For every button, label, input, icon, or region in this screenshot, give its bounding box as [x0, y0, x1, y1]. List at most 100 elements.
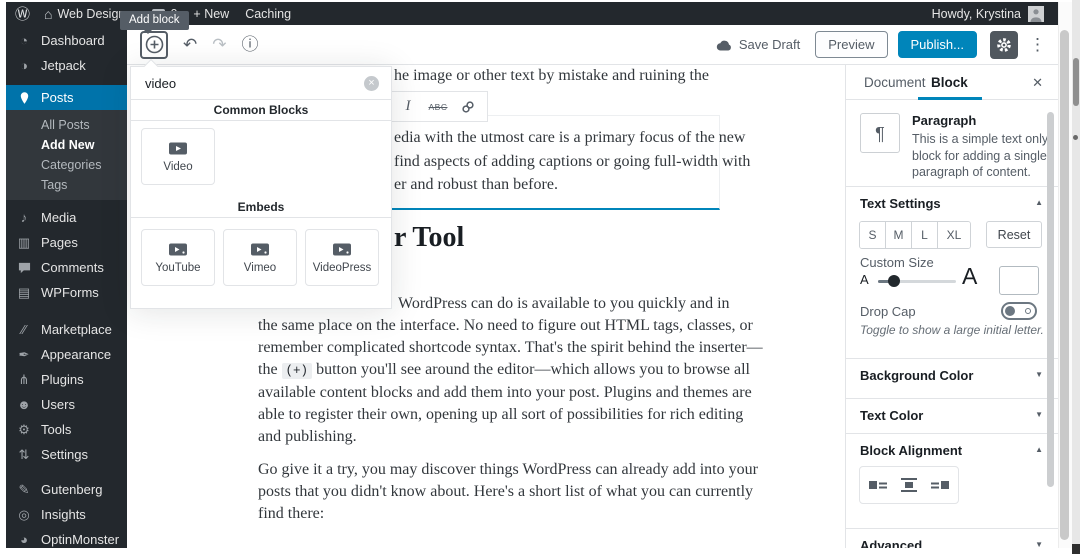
slider-thumb[interactable]	[888, 275, 900, 287]
sidebar-item-dashboard[interactable]: ◔ Dashboard	[6, 28, 127, 53]
sidebar-item-wpforms[interactable]: ▤ WPForms	[6, 280, 127, 305]
reset-button[interactable]: Reset	[986, 221, 1042, 248]
heading-fragment[interactable]: r Tool	[394, 222, 464, 254]
vimeo-embed-icon	[251, 243, 269, 255]
pushpin-icon	[15, 91, 33, 105]
add-block-button[interactable]	[140, 30, 168, 59]
marketplace-icon: ∕∕	[21, 322, 27, 337]
block-tile-label: VideoPress	[312, 261, 372, 274]
panel-label: Background Color	[860, 368, 974, 383]
settings-gear-button[interactable]	[990, 30, 1018, 59]
sidebar-item-all-posts[interactable]: All Posts	[6, 115, 127, 135]
align-center-button[interactable]	[895, 472, 923, 498]
font-size-m-button[interactable]: M	[886, 222, 912, 248]
sidebar-item-settings[interactable]: ⇅ Settings	[6, 442, 127, 467]
sidebar-item-comments[interactable]: Comments	[6, 255, 127, 280]
text-line: posts that you didn't know about. Here's…	[258, 483, 754, 500]
link-chain-icon	[462, 100, 474, 113]
admin-bar-new[interactable]: + New	[185, 2, 237, 25]
more-options-kebab-icon[interactable]: ⋮	[1029, 35, 1046, 55]
text-line: and publishing.	[258, 428, 357, 445]
align-center-icon	[901, 478, 917, 492]
video-icon	[169, 142, 187, 154]
sidebar-item-tools[interactable]: ⚙ Tools	[6, 417, 127, 442]
add-block-tooltip: Add block	[120, 11, 189, 34]
info-icon[interactable]: ⓘ	[242, 36, 259, 53]
wordpress-logo-icon[interactable]: Ⓦ	[6, 3, 36, 24]
sidebar-item-users[interactable]: ☻ Users	[6, 392, 127, 417]
tab-document[interactable]: Document	[864, 75, 926, 90]
save-draft-button[interactable]: Save Draft	[716, 37, 800, 52]
text-span: the	[258, 361, 282, 378]
sidebar-item-add-new[interactable]: Add New	[6, 135, 127, 155]
sidebar-item-tags[interactable]: Tags	[6, 175, 127, 195]
page-scrollbar-thumb[interactable]	[1060, 30, 1069, 540]
sidebar-item-label: Posts	[41, 90, 74, 105]
strikethrough-button[interactable]: ABC	[423, 102, 453, 112]
howdy-text: Howdy, Krystina	[931, 6, 1021, 21]
pages-icon: ▥	[17, 235, 31, 250]
close-sidebar-icon[interactable]: ✕	[1032, 75, 1043, 91]
block-search-input[interactable]	[145, 75, 356, 91]
clear-search-icon[interactable]: ×	[364, 75, 379, 91]
text-line: remember complicated shortcode syntax. T…	[258, 339, 763, 356]
panel-label: Text Settings	[860, 196, 941, 211]
sidebar-item-categories[interactable]: Categories	[6, 155, 127, 175]
drop-cap-hint: Toggle to show a large initial letter.	[860, 323, 1044, 337]
sidebar-scrollbar-thumb[interactable]	[1047, 112, 1054, 487]
block-tile-vimeo[interactable]: Vimeo	[223, 229, 297, 286]
align-right-button[interactable]	[926, 472, 954, 498]
preview-button[interactable]: Preview	[815, 31, 888, 58]
italic-button[interactable]: I	[393, 98, 423, 115]
paragraph-block-icon: ¶	[860, 113, 900, 153]
sidebar-item-optinmonster[interactable]: ◕ OptinMonster	[6, 527, 127, 548]
text-line: find there:	[258, 505, 325, 522]
sidebar-tabs: Document Block ✕	[846, 65, 1058, 100]
block-tile-youtube[interactable]: YouTube	[141, 229, 215, 286]
panel-text-color[interactable]: Text Color ▼	[846, 398, 1058, 432]
custom-size-input[interactable]	[999, 266, 1039, 295]
sidebar-item-media[interactable]: ♪ Media	[6, 205, 127, 230]
text-line: edia with the utmost care is a primary f…	[394, 129, 746, 146]
font-size-xl-button[interactable]: XL	[938, 222, 970, 248]
tab-block[interactable]: Block	[931, 75, 968, 90]
sidebar-item-label: Settings	[41, 447, 88, 462]
outer-scrollbar-thumb[interactable]	[1073, 58, 1079, 106]
publish-button[interactable]: Publish...	[897, 31, 977, 58]
drop-cap-toggle[interactable]	[1001, 302, 1037, 320]
admin-bar-caching[interactable]: Caching	[237, 2, 299, 25]
sidebar-item-insights[interactable]: ◎ Insights	[6, 502, 127, 527]
font-size-s-button[interactable]: S	[860, 222, 886, 248]
sidebar-item-label: Insights	[41, 507, 86, 522]
redo-icon[interactable]: ↷	[212, 36, 226, 53]
small-a-label: A	[860, 272, 869, 287]
expand-arrow-icon: ▼	[1035, 370, 1043, 379]
font-size-l-button[interactable]: L	[912, 222, 938, 248]
align-left-button[interactable]	[864, 472, 892, 498]
closing-paragraph[interactable]: Go give it a try, you may discover thing…	[258, 459, 758, 525]
occluded-paragraph-fragment[interactable]: he image or other text by mistake and ru…	[394, 67, 709, 85]
undo-icon[interactable]: ↶	[183, 36, 197, 53]
new-label: + New	[193, 6, 230, 21]
block-tile-videopress[interactable]: VideoPress	[305, 229, 379, 286]
panel-text-settings[interactable]: Text Settings ▲	[846, 186, 1058, 220]
inserter-paragraph[interactable]: WordPress can do is available to you qui…	[258, 293, 763, 448]
panel-advanced[interactable]: Advanced ▼	[846, 528, 1058, 548]
block-tile-video[interactable]: Video	[141, 128, 215, 185]
panel-block-alignment[interactable]: Block Alignment ▲	[846, 433, 1058, 467]
sidebar-item-appearance[interactable]: ✒ Appearance	[6, 342, 127, 367]
sidebar-item-pages[interactable]: ▥ Pages	[6, 230, 127, 255]
sidebar-item-jetpack[interactable]: ◑ Jetpack	[6, 53, 127, 78]
sidebar-item-marketplace[interactable]: ∕∕ Marketplace	[6, 317, 127, 342]
link-button[interactable]	[453, 99, 483, 115]
settings-sidebar: Document Block ✕ ¶ Paragraph This is a s…	[845, 65, 1058, 548]
font-size-button-group: S M L XL	[859, 221, 971, 249]
admin-bar-account[interactable]: Howdy, Krystina	[931, 5, 1058, 22]
sidebar-item-gutenberg[interactable]: ✎ Gutenberg	[6, 477, 127, 502]
sidebar-item-posts[interactable]: Posts	[6, 85, 127, 110]
panel-background-color[interactable]: Background Color ▼	[846, 358, 1058, 392]
jetpack-icon: ◑	[20, 58, 28, 73]
panel-label: Text Color	[860, 408, 924, 423]
sidebar-item-plugins[interactable]: ⋔ Plugins	[6, 367, 127, 392]
settings-sliders-icon: ⇅	[18, 447, 30, 462]
